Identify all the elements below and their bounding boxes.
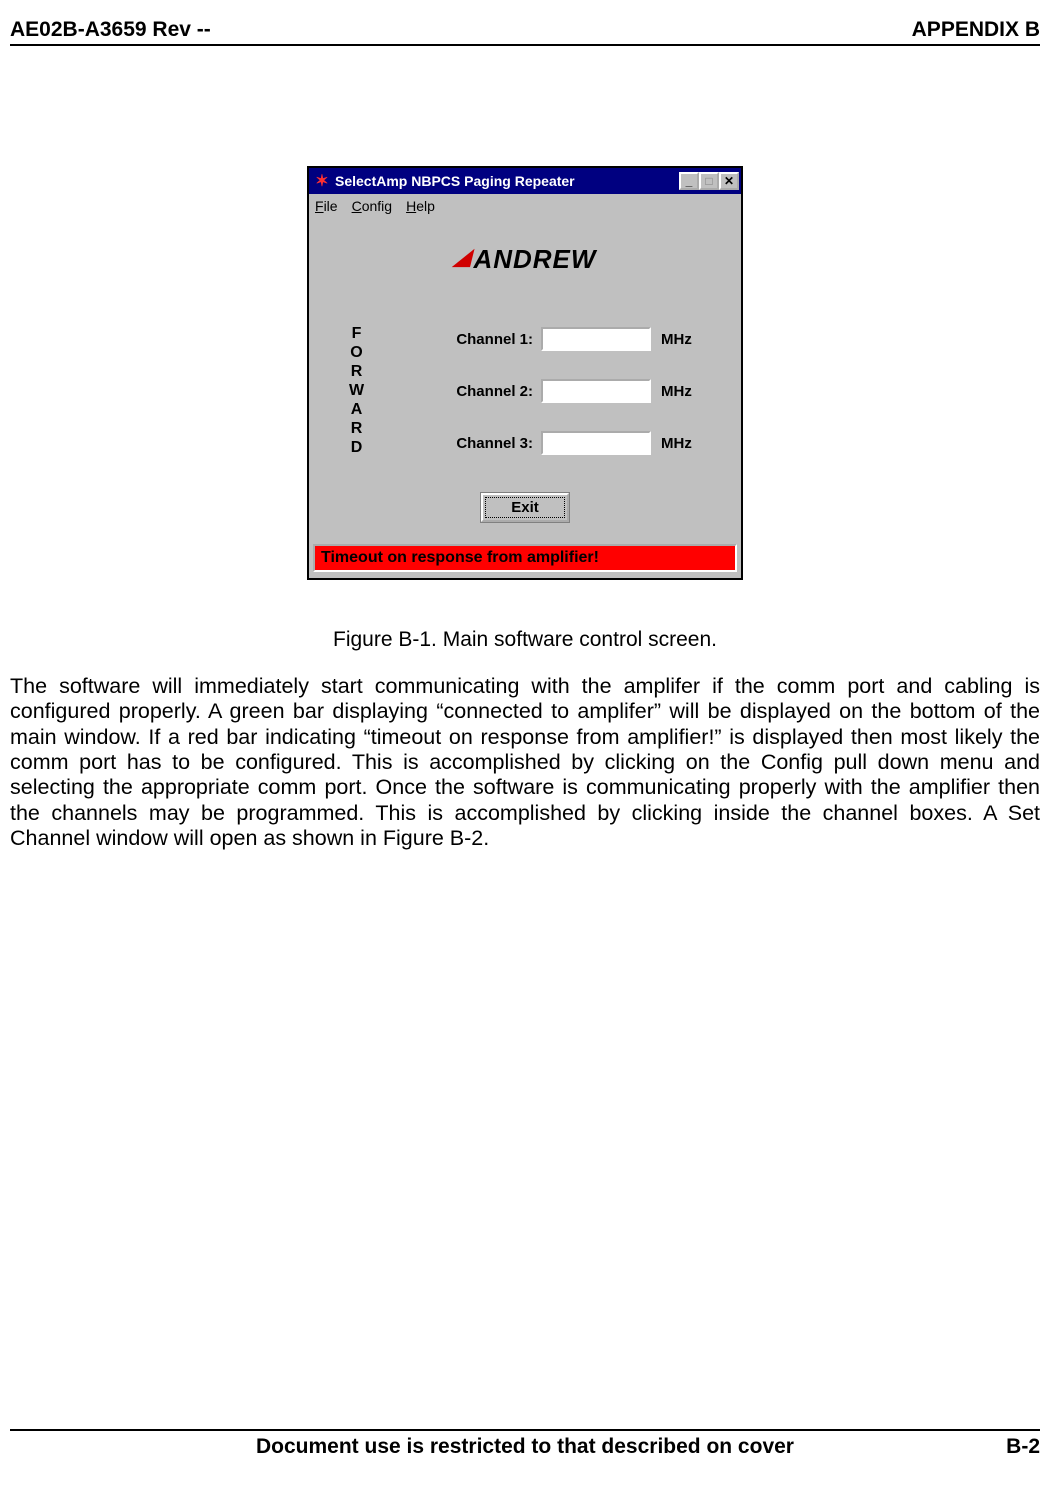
logo-row: ◢ANDREW <box>309 218 741 285</box>
maximize-icon: □ <box>705 175 712 187</box>
menu-file-rest: ile <box>324 198 338 214</box>
channel-1-unit: MHz <box>661 331 701 348</box>
footer-page: B-2 <box>980 1435 1040 1459</box>
status-bar: Timeout on response from amplifier! <box>313 544 737 572</box>
titlebar: ✶ SelectAmp NBPCS Paging Repeater _ □ ✕ <box>309 168 741 194</box>
channel-1-label: Channel 1: <box>456 331 533 348</box>
window-title: SelectAmp NBPCS Paging Repeater <box>335 173 679 189</box>
footer-text: Document use is restricted to that descr… <box>70 1435 980 1459</box>
close-icon: ✕ <box>724 175 734 187</box>
andrew-logo: ◢ANDREW <box>454 244 597 275</box>
minimize-button[interactable]: _ <box>679 172 699 190</box>
channel-row-1: Channel 1: MHz <box>365 327 701 351</box>
forward-group: FORWARD Channel 1: MHz Channel 2: MHz Ch… <box>353 289 713 477</box>
close-button[interactable]: ✕ <box>719 172 739 190</box>
channel-2-input[interactable] <box>541 379 651 403</box>
channel-2-unit: MHz <box>661 383 701 400</box>
channel-3-unit: MHz <box>661 435 701 452</box>
channel-3-input[interactable] <box>541 431 651 455</box>
menubar: File Config Help <box>309 194 741 218</box>
exit-row: Exit <box>309 485 741 544</box>
page-header: AE02B-A3659 Rev -- APPENDIX B <box>10 18 1040 46</box>
exit-button[interactable]: Exit <box>481 493 569 522</box>
andrew-mark-icon: ◢ <box>454 244 472 269</box>
channel-row-3: Channel 3: MHz <box>365 431 701 455</box>
app-icon: ✶ <box>313 172 331 190</box>
menu-help-rest: elp <box>416 198 435 214</box>
window-buttons: _ □ ✕ <box>679 172 741 190</box>
forward-label: FORWARD <box>347 325 365 458</box>
logo-text: ANDREW <box>473 244 596 274</box>
header-right: APPENDIX B <box>912 18 1040 42</box>
client-area: ◢ANDREW FORWARD Channel 1: MHz Channel 2… <box>309 218 741 578</box>
body-paragraph: The software will immediately start comm… <box>10 674 1040 852</box>
channel-row-2: Channel 2: MHz <box>365 379 701 403</box>
menu-config[interactable]: Config <box>352 198 392 214</box>
menu-help[interactable]: Help <box>406 198 435 214</box>
menu-config-rest: onfig <box>362 198 392 214</box>
channel-3-label: Channel 3: <box>456 435 533 452</box>
menu-file[interactable]: File <box>315 198 338 214</box>
header-left: AE02B-A3659 Rev -- <box>10 18 211 42</box>
app-window: ✶ SelectAmp NBPCS Paging Repeater _ □ ✕ … <box>307 166 743 580</box>
channel-2-label: Channel 2: <box>456 383 533 400</box>
figure-caption: Figure B-1. Main software control screen… <box>10 628 1040 652</box>
maximize-button[interactable]: □ <box>699 172 719 190</box>
page-footer: Document use is restricted to that descr… <box>10 1429 1040 1459</box>
minimize-icon: _ <box>686 175 693 187</box>
channel-1-input[interactable] <box>541 327 651 351</box>
